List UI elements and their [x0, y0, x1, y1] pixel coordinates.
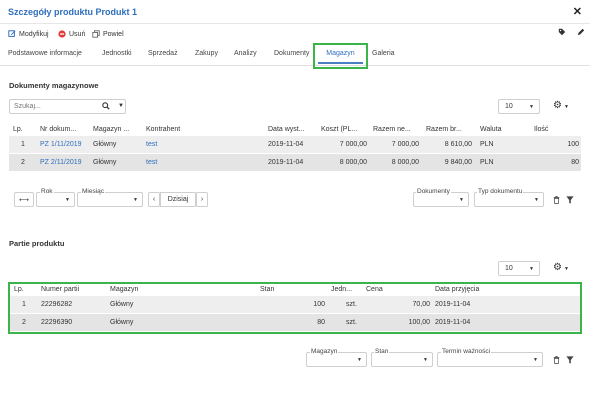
today-button[interactable]: Dzisiaj: [160, 192, 196, 207]
tab-units[interactable]: Jednostki: [102, 50, 132, 57]
cell-quantity: 100: [567, 141, 579, 148]
col-header-gross-total[interactable]: Razem br...: [426, 126, 462, 133]
col-header-contractor[interactable]: Kontrahent: [146, 126, 180, 133]
delete-label: Usuń: [69, 30, 86, 38]
search-options-caret-icon[interactable]: ▼: [118, 103, 124, 109]
pencil-icon[interactable]: [577, 28, 585, 38]
col-header-warehouse[interactable]: Magazyn ...: [93, 126, 129, 133]
today-label: Dzisiaj: [167, 196, 189, 203]
cell-net-total: 7 000,00: [391, 141, 419, 148]
search-icon[interactable]: [102, 102, 110, 112]
window-title: Szczegóły produktu Produkt 1: [8, 7, 138, 17]
duplicate-button[interactable]: Powiel: [92, 28, 124, 40]
batches-section-title: Partie produktu: [9, 239, 65, 248]
cell-contractor-link[interactable]: test: [146, 141, 157, 148]
next-period-button[interactable]: ›: [196, 192, 208, 207]
cell-contractor-link[interactable]: test: [146, 159, 157, 166]
col-header-issue-date[interactable]: Data wyst...: [268, 126, 305, 133]
chevron-down-icon: ▼: [357, 357, 362, 363]
batches-settings-gear-icon[interactable]: ⚙ ▼: [553, 262, 569, 273]
chevron-down-icon: ▼: [459, 197, 464, 203]
filter-icon[interactable]: [566, 196, 574, 206]
search-box: ▼: [9, 99, 126, 114]
cell-issue-date: 2019-11-04: [268, 141, 304, 148]
cell-doc-number-link[interactable]: PZ 1/11/2019: [40, 141, 82, 148]
tag-icon[interactable]: [558, 28, 566, 38]
cell-warehouse: Główny: [93, 141, 117, 148]
toolbar: Modyfikuj Usuń Powiel: [0, 25, 590, 43]
prev-period-button[interactable]: ‹: [148, 192, 160, 207]
duplicate-label: Powiel: [103, 30, 124, 38]
documents-page-size-select[interactable]: 10 ▼: [498, 99, 540, 114]
window-titlebar: Szczegóły produktu Produkt 1 ✕: [0, 0, 590, 24]
col-header-quantity[interactable]: Ilość: [534, 126, 548, 133]
tab-basic-info[interactable]: Podstawowe informacje: [8, 50, 82, 57]
search-input[interactable]: [14, 103, 94, 110]
cell-lp: 2: [21, 159, 25, 166]
expand-range-button[interactable]: ⟷: [14, 192, 34, 207]
copy-icon: [92, 30, 100, 38]
year-label: Rok: [40, 188, 54, 195]
close-icon[interactable]: ✕: [573, 5, 582, 18]
chevron-down-icon: ▼: [65, 197, 70, 203]
batches-page-size-value: 10: [505, 265, 513, 272]
col-header-lp[interactable]: Lp.: [13, 126, 23, 133]
documents-filter-label: Dokumenty: [416, 188, 451, 195]
cell-net-total: 8 000,00: [391, 159, 419, 166]
trash-icon[interactable]: [553, 356, 560, 366]
tab-warehouse[interactable]: Magazyn: [318, 46, 363, 64]
trash-icon[interactable]: [553, 196, 560, 206]
arrows-horizontal-icon: ⟷: [18, 196, 30, 204]
documents-settings-gear-icon[interactable]: ⚙ ▼: [553, 100, 569, 111]
stock-filter-label: Stan: [374, 348, 390, 355]
expiry-filter-label: Termin ważności: [441, 348, 492, 355]
cell-cost: 7 000,00: [339, 141, 367, 148]
chevron-down-icon: ▼: [423, 357, 428, 363]
chevron-left-icon: ‹: [152, 196, 156, 203]
cell-quantity: 80: [571, 159, 579, 166]
tab-analytics[interactable]: Analizy: [234, 50, 257, 57]
chevron-down-icon: ▼: [529, 104, 534, 110]
cell-issue-date: 2019-11-04: [268, 159, 304, 166]
col-header-cost[interactable]: Koszt (PL...: [321, 126, 357, 133]
chevron-down-icon: ▼: [529, 266, 534, 272]
cell-currency: PLN: [480, 159, 494, 166]
modify-label: Modyfikuj: [19, 30, 49, 38]
tab-documents[interactable]: Dokumenty: [274, 50, 309, 57]
col-header-doc-number[interactable]: Nr dokum...: [40, 126, 76, 133]
chevron-down-icon: ▼: [533, 357, 538, 363]
modify-button[interactable]: Modyfikuj: [8, 28, 49, 40]
filter-icon[interactable]: [566, 356, 574, 366]
batches-table-highlight: [8, 282, 582, 334]
cell-warehouse: Główny: [93, 159, 117, 166]
batches-page-size-select[interactable]: 10 ▼: [498, 261, 540, 276]
documents-page-size-value: 10: [505, 103, 513, 110]
col-header-net-total[interactable]: Razem ne...: [373, 126, 411, 133]
table-row[interactable]: 2 PZ 2/11/2019 Główny test 2019-11-04 8 …: [9, 154, 581, 171]
cell-currency: PLN: [480, 141, 494, 148]
cell-cost: 8 000,00: [339, 159, 367, 166]
tab-bar: Podstawowe informacje Jednostki Sprzedaż…: [0, 44, 590, 66]
cell-gross-total: 8 610,00: [444, 141, 472, 148]
chevron-down-icon: ▼: [133, 197, 138, 203]
chevron-down-icon: ▼: [534, 197, 539, 203]
documents-section-title: Dokumenty magazynowe: [9, 81, 99, 90]
tab-sales[interactable]: Sprzedaż: [148, 50, 178, 57]
doc-type-label: Typ dokumentu: [477, 188, 524, 195]
cell-gross-total: 9 840,00: [444, 159, 472, 166]
edit-icon: [8, 30, 16, 37]
tab-purchases[interactable]: Zakupy: [195, 50, 218, 57]
cell-doc-number-link[interactable]: PZ 2/11/2019: [40, 159, 82, 166]
cell-lp: 1: [21, 141, 25, 148]
table-row[interactable]: 1 PZ 1/11/2019 Główny test 2019-11-04 7 …: [9, 136, 581, 153]
chevron-right-icon: ›: [200, 196, 204, 203]
tab-gallery[interactable]: Galeria: [372, 50, 395, 57]
col-header-currency[interactable]: Waluta: [480, 126, 502, 133]
delete-icon: [58, 30, 66, 38]
delete-button[interactable]: Usuń: [58, 28, 85, 40]
month-label: Miesiąc: [81, 188, 106, 195]
warehouse-filter-label: Magazyn: [310, 348, 339, 355]
